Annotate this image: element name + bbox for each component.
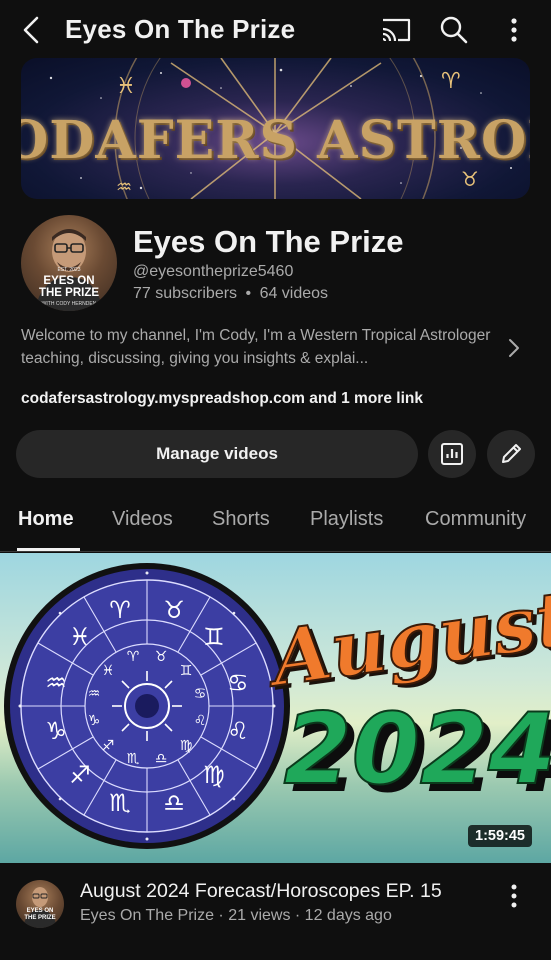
svg-text:♐: ♐ <box>102 738 115 754</box>
channel-handle: @eyesontheprize5460 <box>133 263 294 280</box>
svg-text:♏: ♏ <box>127 751 140 767</box>
chevron-left-icon <box>23 16 39 44</box>
svg-text:♒: ♒ <box>88 686 101 702</box>
subscriber-count: 77 subscribers <box>133 285 238 302</box>
video-duration-badge: 1:59:45 <box>468 825 532 847</box>
avatar-est-text: EST. 2023 <box>57 267 81 273</box>
avatar-caption-line1: EYES ON <box>43 275 95 287</box>
svg-text:♒: ♒ <box>116 177 132 198</box>
manage-videos-button[interactable]: Manage videos <box>16 430 418 478</box>
top-app-bar: Eyes On The Prize <box>0 0 551 60</box>
svg-text:♓: ♓ <box>102 663 115 679</box>
svg-text:♑: ♑ <box>45 717 67 745</box>
avatar-host-text: WITH CODY HERNDEN <box>41 301 97 307</box>
video-channel-avatar[interactable]: EYES ON THE PRIZE <box>16 880 64 928</box>
svg-text:♓: ♓ <box>116 74 136 99</box>
cast-icon <box>382 18 411 42</box>
tab-videos[interactable]: Videos <box>112 508 173 531</box>
svg-text:♊: ♊ <box>180 663 193 679</box>
tab-community[interactable]: Community <box>425 508 526 531</box>
more-vert-icon <box>511 18 517 42</box>
banner-title: ODAFERS ASTROLOG <box>21 110 530 171</box>
svg-text:♎: ♎ <box>155 751 168 767</box>
svg-text:♍: ♍ <box>180 738 193 754</box>
tab-shorts[interactable]: Shorts <box>212 508 270 531</box>
channel-description[interactable]: Welcome to my channel, I'm Cody, I'm a W… <box>21 324 491 370</box>
video-meta: Eyes On The Prize · 21 views · 12 days a… <box>80 907 392 924</box>
svg-text:♓: ♓ <box>69 623 91 651</box>
svg-text:♈: ♈ <box>127 649 140 665</box>
tab-playlists[interactable]: Playlists <box>310 508 383 531</box>
page-title: Eyes On The Prize <box>65 14 296 44</box>
svg-text:♋: ♋ <box>227 669 249 697</box>
avatar-caption-line2: THE PRIZE <box>38 287 100 299</box>
svg-text:♉: ♉ <box>155 649 168 665</box>
stats-separator: • <box>245 285 252 302</box>
video-avatar-caption-line1: EYES ON <box>26 908 54 914</box>
svg-text:♊: ♊ <box>203 623 225 651</box>
channel-avatar[interactable]: EST. 2023 EYES ON THE PRIZE WITH CODY HE… <box>21 215 117 311</box>
svg-text:♒: ♒ <box>45 669 67 697</box>
svg-text:♐: ♐ <box>69 761 91 789</box>
svg-text:♉: ♉ <box>163 596 185 624</box>
edit-channel-button[interactable] <box>487 430 535 478</box>
analytics-button[interactable] <box>428 430 476 478</box>
more-options-button[interactable] <box>500 14 528 46</box>
thumbnail-month-text: August <box>261 573 551 704</box>
tab-home[interactable]: Home <box>18 508 74 531</box>
pencil-icon <box>502 444 521 463</box>
chevron-right-icon <box>509 339 519 357</box>
channel-banner: ♓ ♈ ♉ ♒ ODAFERS ASTROLOG <box>21 58 530 199</box>
svg-text:♈: ♈ <box>441 69 461 94</box>
description-expand-button[interactable] <box>505 337 523 359</box>
channel-links[interactable]: codafersastrology.myspreadshop.com and 1… <box>21 390 423 408</box>
svg-text:♌: ♌ <box>194 713 207 729</box>
cast-button[interactable] <box>380 15 412 45</box>
search-button[interactable] <box>438 14 470 46</box>
video-avatar-caption-line2: THE PRIZE <box>24 915 56 921</box>
svg-text:♏: ♏ <box>109 789 131 817</box>
back-button[interactable] <box>16 14 48 46</box>
thumbnail-art: ♈ ♉♊ ♋♌♍ ♎♏♐ ♑♒♓ ♈ ♉♊ ♋♌♍ ♎♏♐ ♑♒♓ August A… <box>4 563 551 849</box>
video-title[interactable]: August 2024 Forecast/Horoscopes EP. 15 <box>80 880 490 903</box>
video-thumbnail[interactable]: ♈ ♉ ♊ ♋ ♌ ♍ ♎ ♏ ♐ ♑ ♒ ♓ ♈ ♉ ♊ ♋ ♌ ♍ ♎ ♏ ♐ ♑ ♒ ♓ August A… <box>0 553 551 863</box>
svg-text:♎: ♎ <box>163 789 185 817</box>
video-count: 64 videos <box>259 285 329 302</box>
channel-name: Eyes On The Prize <box>133 224 404 259</box>
thumbnail-year-text: 2024 <box>284 693 551 807</box>
search-icon <box>440 16 468 44</box>
channel-stats: 77 subscribers • 64 videos <box>133 285 328 303</box>
svg-text:♌: ♌ <box>227 717 249 745</box>
active-tab-indicator <box>17 548 80 551</box>
video-more-options-button[interactable] <box>500 882 528 910</box>
svg-text:♑: ♑ <box>88 713 101 729</box>
svg-text:♈: ♈ <box>109 596 131 624</box>
channel-tabs: Home Videos Shorts Playlists Community <box>0 496 551 552</box>
svg-text:♍: ♍ <box>203 761 225 789</box>
svg-text:♋: ♋ <box>194 686 207 702</box>
bar-chart-icon <box>441 443 463 465</box>
more-vert-icon <box>511 884 517 908</box>
